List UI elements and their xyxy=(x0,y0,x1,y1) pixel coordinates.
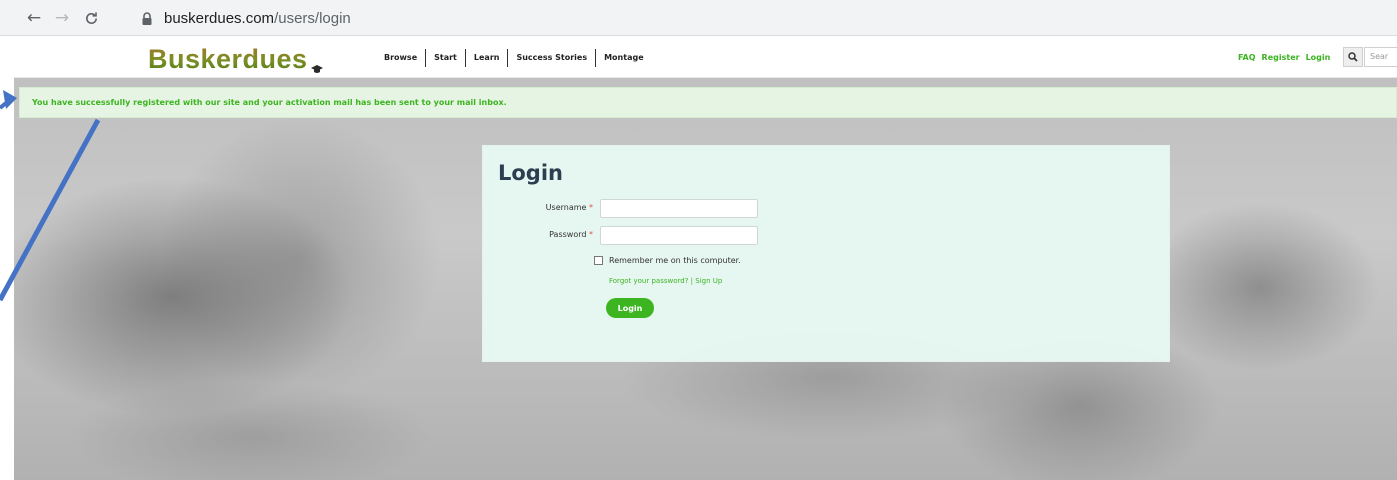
url-path: /users/login xyxy=(274,9,351,27)
username-label: Username * xyxy=(483,203,593,212)
login-panel: Login Username * Password * Remember me … xyxy=(482,145,1170,362)
forgot-password-link[interactable]: Forgot your password? xyxy=(609,277,688,285)
password-label: Password * xyxy=(483,230,593,239)
main-nav: Browse Start Learn Success Stories Monta… xyxy=(376,49,652,67)
nav-montage[interactable]: Montage xyxy=(596,49,652,67)
success-alert: You have successfully registered with ou… xyxy=(19,87,1397,118)
required-mark: * xyxy=(589,203,593,212)
auth-links: Forgot your password? | Sign Up xyxy=(609,277,722,285)
search-icon xyxy=(1348,52,1358,62)
password-label-text: Password xyxy=(549,230,587,239)
required-mark: * xyxy=(589,230,593,239)
url-text: buskerdues.com/users/login xyxy=(164,10,351,27)
url-host: buskerdues.com xyxy=(164,9,275,27)
search-input[interactable]: Sear xyxy=(1364,47,1397,67)
graduation-cap-icon xyxy=(310,59,324,73)
site-header: Buskerdues Browse Start Learn Success St… xyxy=(14,37,1397,78)
page-background: Buskerdues Browse Start Learn Success St… xyxy=(0,37,1397,480)
username-field[interactable] xyxy=(600,199,758,218)
login-link[interactable]: Login xyxy=(1306,53,1331,62)
back-arrow-icon[interactable]: ← xyxy=(22,6,46,30)
logo-text: Buskerdues xyxy=(148,44,308,74)
link-separator: | xyxy=(690,277,694,285)
register-link[interactable]: Register xyxy=(1262,53,1300,62)
nav-success-stories[interactable]: Success Stories xyxy=(508,49,595,67)
forward-arrow-icon[interactable]: → xyxy=(50,6,74,30)
username-label-text: Username xyxy=(545,203,587,212)
reload-icon[interactable] xyxy=(79,6,103,30)
site-logo[interactable]: Buskerdues xyxy=(148,44,324,74)
search-button[interactable] xyxy=(1343,47,1363,67)
nav-learn[interactable]: Learn xyxy=(466,49,508,67)
lock-icon xyxy=(141,11,153,25)
nav-start[interactable]: Start xyxy=(426,49,465,67)
remember-me[interactable]: Remember me on this computer. xyxy=(594,256,741,265)
login-title: Login xyxy=(498,161,563,185)
address-bar[interactable]: buskerdues.com/users/login xyxy=(116,3,1397,33)
login-button[interactable]: Login xyxy=(606,298,654,318)
nav-browse[interactable]: Browse xyxy=(376,49,425,67)
remember-label: Remember me on this computer. xyxy=(609,256,741,265)
page-left-edge xyxy=(0,37,14,480)
faq-link[interactable]: FAQ xyxy=(1238,53,1256,62)
account-nav: FAQ Register Login xyxy=(1238,53,1330,62)
sign-up-link[interactable]: Sign Up xyxy=(695,277,722,285)
browser-toolbar: ← → buskerdues.com/users/login xyxy=(0,0,1397,36)
remember-checkbox[interactable] xyxy=(594,256,603,265)
password-field[interactable] xyxy=(600,226,758,245)
